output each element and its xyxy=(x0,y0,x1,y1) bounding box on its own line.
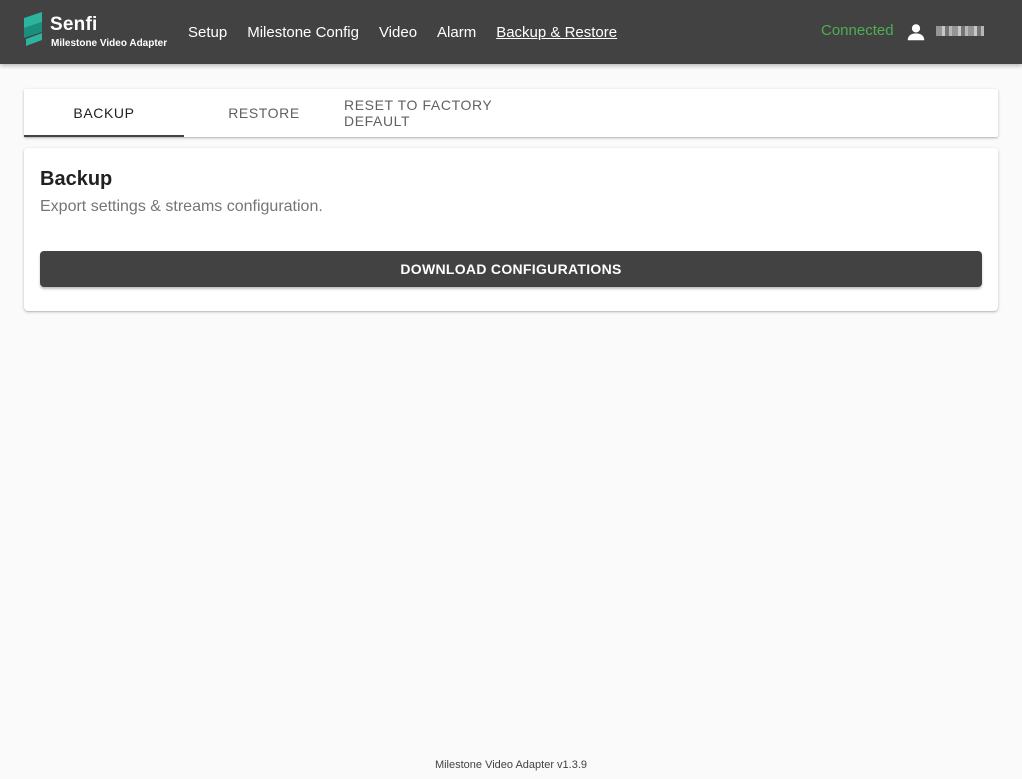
tab-backup[interactable]: BACKUP xyxy=(24,89,184,137)
brand-logo[interactable]: Senfi Milestone Video Adapter xyxy=(22,10,172,54)
connection-status: Connected xyxy=(821,22,894,39)
brand-subtitle: Milestone Video Adapter xyxy=(51,38,168,49)
nav-item-video[interactable]: Video xyxy=(379,24,417,41)
nav-item-milestone-config[interactable]: Milestone Config xyxy=(247,24,359,41)
nav-item-backup-restore[interactable]: Backup & Restore xyxy=(496,24,617,41)
nav-item-setup[interactable]: Setup xyxy=(188,24,227,41)
senfi-logo-icon xyxy=(24,12,42,46)
brand-name: Senfi xyxy=(50,14,98,35)
nav-item-alarm[interactable]: Alarm xyxy=(437,24,476,41)
download-configurations-button[interactable]: DOWNLOAD CONFIGURATIONS xyxy=(40,251,982,287)
user-name-redacted[interactable] xyxy=(936,26,984,36)
main-nav: Setup Milestone Config Video Alarm Backu… xyxy=(188,0,637,64)
top-app-bar: Senfi Milestone Video Adapter Setup Mile… xyxy=(0,0,1022,64)
active-tab-indicator xyxy=(24,135,184,137)
tab-reset-factory-default[interactable]: RESET TO FACTORY DEFAULT xyxy=(344,89,562,137)
backup-restore-tabs: BACKUP RESTORE RESET TO FACTORY DEFAULT xyxy=(24,89,998,137)
version-footer: Milestone Video Adapter v1.3.9 xyxy=(434,759,588,771)
person-icon[interactable] xyxy=(905,21,927,43)
panel-subtitle: Export settings & streams configuration. xyxy=(40,198,323,215)
tab-restore[interactable]: RESTORE xyxy=(184,89,344,137)
backup-panel: Backup Export settings & streams configu… xyxy=(24,148,998,311)
panel-title: Backup xyxy=(40,168,113,190)
